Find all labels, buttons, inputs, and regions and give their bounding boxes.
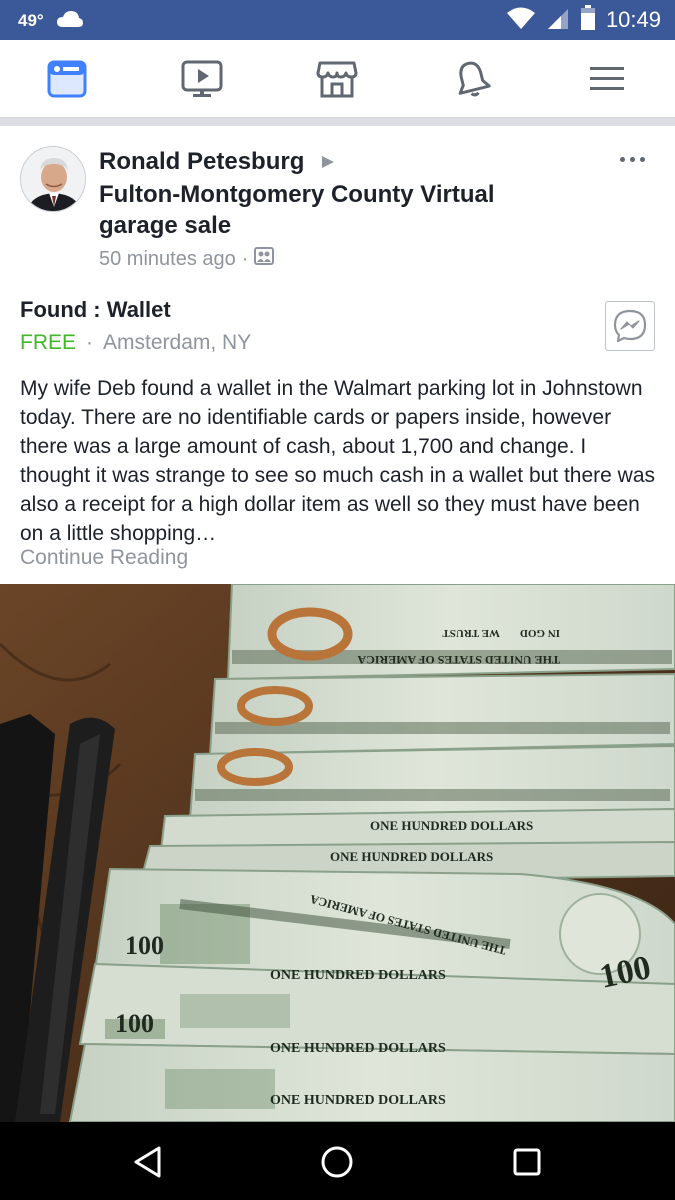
post-time[interactable]: 50 minutes ago	[99, 248, 236, 271]
photo-of-hundred-dollar-bills[interactable]: IN GOD WE TRUST THE UNITED STATES OF AME…	[0, 584, 675, 1122]
messenger-icon	[613, 309, 647, 343]
menu-icon	[590, 67, 624, 90]
cloud-icon	[56, 10, 84, 33]
tab-news-feed[interactable]	[45, 57, 89, 101]
bill-text-one-hundred-3: ONE HUNDRED DOLLARS	[270, 968, 446, 983]
more-dot	[639, 156, 645, 162]
marketplace-icon	[316, 61, 358, 98]
more-dot	[619, 156, 625, 162]
bill-text-we-trust: WE TRUST	[442, 627, 500, 639]
system-nav-bar	[0, 1122, 675, 1200]
home-icon	[321, 1146, 353, 1178]
bill-text-in-god: IN GOD	[520, 627, 560, 639]
more-dot	[629, 156, 635, 162]
bell-icon	[458, 61, 491, 97]
news-feed-icon	[47, 60, 87, 98]
tab-marketplace[interactable]	[315, 57, 359, 101]
status-bar: 49° 10:49	[0, 0, 675, 40]
back-icon	[134, 1146, 161, 1178]
tab-menu[interactable]	[585, 57, 629, 101]
post-meta: 50 minutes ago ·	[99, 247, 275, 271]
more-options-button[interactable]	[612, 146, 652, 172]
bill-text-one-hundred-4: ONE HUNDRED DOLLARS	[270, 1041, 446, 1056]
recents-icon	[513, 1148, 541, 1176]
message-seller-button[interactable]	[605, 301, 655, 351]
triangle-right-icon	[321, 155, 335, 174]
listing-price: FREE	[20, 331, 77, 354]
bill-text-one-hundred: ONE HUNDRED DOLLARS	[370, 818, 533, 833]
back-button[interactable]	[126, 1140, 170, 1184]
bill-denomination-2: 100	[125, 931, 164, 960]
post-body: My wife Deb found a wallet in the Walmar…	[20, 377, 656, 545]
post-header: Ronald Petesburg Fulton-Montgomery Count…	[0, 126, 675, 286]
top-nav	[0, 40, 675, 118]
continue-reading-link[interactable]: Continue Reading	[20, 546, 188, 570]
author-name[interactable]: Ronald Petesburg	[99, 148, 304, 176]
bill-text-one-hundred-2: ONE HUNDRED DOLLARS	[330, 849, 493, 864]
listing-title: Found : Wallet	[20, 297, 171, 322]
status-icons: 10:49	[506, 4, 661, 36]
group-privacy-icon	[254, 247, 275, 271]
group-name[interactable]: Fulton-Montgomery County Virtual garage …	[99, 179, 559, 241]
bill-text-usa: THE UNITED STATES OF AMERICA	[357, 653, 560, 667]
price-separator: ·	[86, 331, 94, 354]
tab-watch[interactable]	[180, 57, 224, 101]
tab-notifications[interactable]	[450, 57, 494, 101]
feed-divider	[0, 118, 675, 126]
home-button[interactable]	[315, 1140, 359, 1184]
meta-separator: ·	[241, 247, 249, 270]
temperature: 49°	[18, 11, 44, 30]
battery-icon	[580, 4, 596, 36]
recents-button[interactable]	[505, 1140, 549, 1184]
bill-denomination-3: 100	[115, 1009, 154, 1038]
video-icon	[181, 60, 223, 97]
wifi-icon	[506, 6, 536, 35]
avatar[interactable]	[20, 146, 86, 212]
clock: 10:49	[605, 7, 661, 32]
price-line: FREE · Amsterdam, NY	[20, 331, 660, 355]
listing-location: Amsterdam, NY	[103, 331, 252, 354]
signal-icon	[546, 6, 570, 35]
listing-info: Found : Wallet FREE · Amsterdam, NY	[20, 297, 660, 355]
bill-text-one-hundred-5: ONE HUNDRED DOLLARS	[270, 1093, 446, 1108]
